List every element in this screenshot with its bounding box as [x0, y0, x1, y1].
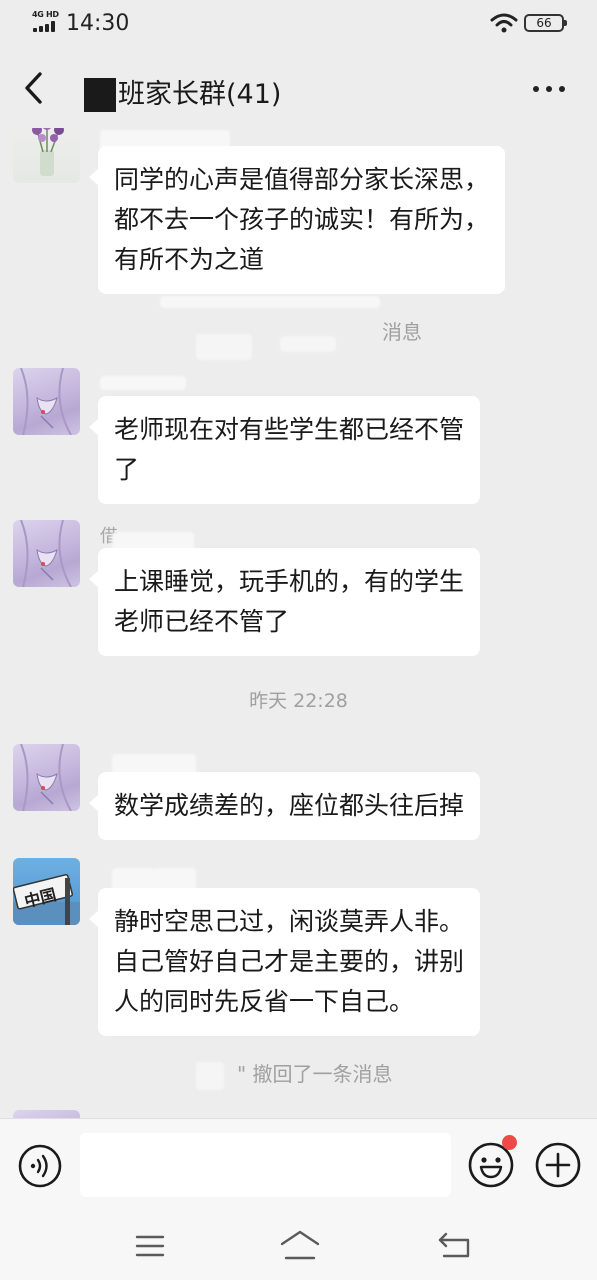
message-bubble[interactable]: 老师现在对有些学生都已经不管 了: [88, 396, 481, 504]
redacted-block: [280, 336, 336, 352]
message-bubble[interactable]: 静时空思己过，闲谈莫弄人非。 自己管好自己才是主要的，讲别 人的同时先反省一下自…: [88, 888, 481, 1036]
message-line: 数学成绩差的，座位都头往后掉: [114, 791, 465, 820]
anime-avatar[interactable]: [13, 744, 80, 811]
sign-avatar[interactable]: 中国: [13, 858, 80, 925]
message-list[interactable]: 同学的心声是值得部分家长深思， 都不去一个孩子的诚实！有所为， 有所不为之道 消…: [0, 128, 597, 1118]
message-line: 了: [114, 455, 140, 484]
message-line: 老师已经不管了: [114, 607, 290, 636]
message-line: 人的同时先反省一下自己。: [114, 987, 415, 1016]
anime-avatar[interactable]: [13, 1110, 80, 1118]
menu-icon[interactable]: [134, 1234, 166, 1258]
status-bar: 4G HD 14:30 66: [0, 0, 597, 48]
wifi-icon: [490, 13, 518, 33]
system-message: " 撤回了一条消息: [237, 1062, 393, 1086]
home-icon[interactable]: [278, 1228, 322, 1262]
message-line: 同学的心声是值得部分家长深思，: [114, 165, 490, 194]
redacted-block: [196, 1062, 224, 1090]
wechat-group-chat-screen: 4G HD 14:30 66 班家长群(41) 同学的心声是值得部分家长深思， …: [0, 0, 597, 1280]
street-sign-icon: 中国: [13, 873, 80, 925]
chat-header: 班家长群(41): [0, 48, 597, 128]
anime-girl-icon: [20, 520, 72, 587]
return-icon[interactable]: [436, 1230, 474, 1260]
back-arrow-icon[interactable]: [20, 68, 50, 108]
system-message: 消息: [382, 320, 422, 344]
anime-girl-icon: [20, 368, 72, 435]
redacted-block: [160, 296, 380, 308]
cellular-signal-icon: 4G HD: [32, 10, 60, 34]
chat-title: 班家长群(41): [118, 79, 282, 110]
message-bubble[interactable]: 上课睡觉，玩手机的，有的学生 老师已经不管了: [88, 548, 481, 656]
battery-indicator: 66: [524, 14, 567, 32]
flower-avatar[interactable]: [13, 128, 80, 183]
message-line: 上课睡觉，玩手机的，有的学生: [114, 567, 465, 596]
message-line: 有所不为之道: [114, 245, 265, 274]
redacted-block: [84, 78, 116, 112]
message-input[interactable]: [80, 1133, 451, 1197]
notification-dot: [502, 1135, 517, 1150]
voice-input-icon[interactable]: [17, 1143, 63, 1189]
anime-avatar[interactable]: [13, 520, 80, 587]
anime-girl-icon: [20, 744, 72, 811]
message-line: 都不去一个孩子的诚实！有所为，: [114, 205, 490, 234]
more-options-icon[interactable]: [533, 86, 567, 94]
message-line: 自己管好自己才是主要的，讲别: [114, 947, 465, 976]
input-bar: [0, 1118, 597, 1210]
message-line: 老师现在对有些学生都已经不管: [114, 415, 465, 444]
anime-avatar[interactable]: [13, 368, 80, 435]
message-bubble[interactable]: 数学成绩差的，座位都头往后掉: [88, 772, 481, 840]
redacted-block: [100, 376, 186, 390]
redacted-block: [196, 334, 252, 360]
time-separator: 昨天 22:28: [249, 690, 348, 712]
message-line: 静时空思己过，闲谈莫弄人非。: [114, 907, 465, 936]
network-type: 4G HD: [32, 10, 59, 19]
message-bubble[interactable]: 同学的心声是值得部分家长深思， 都不去一个孩子的诚实！有所为， 有所不为之道: [88, 146, 506, 294]
system-navigation-bar: [0, 1210, 597, 1280]
status-time: 14:30: [66, 11, 130, 36]
flower-bouquet-icon: [32, 128, 64, 176]
plus-icon[interactable]: [534, 1141, 582, 1189]
